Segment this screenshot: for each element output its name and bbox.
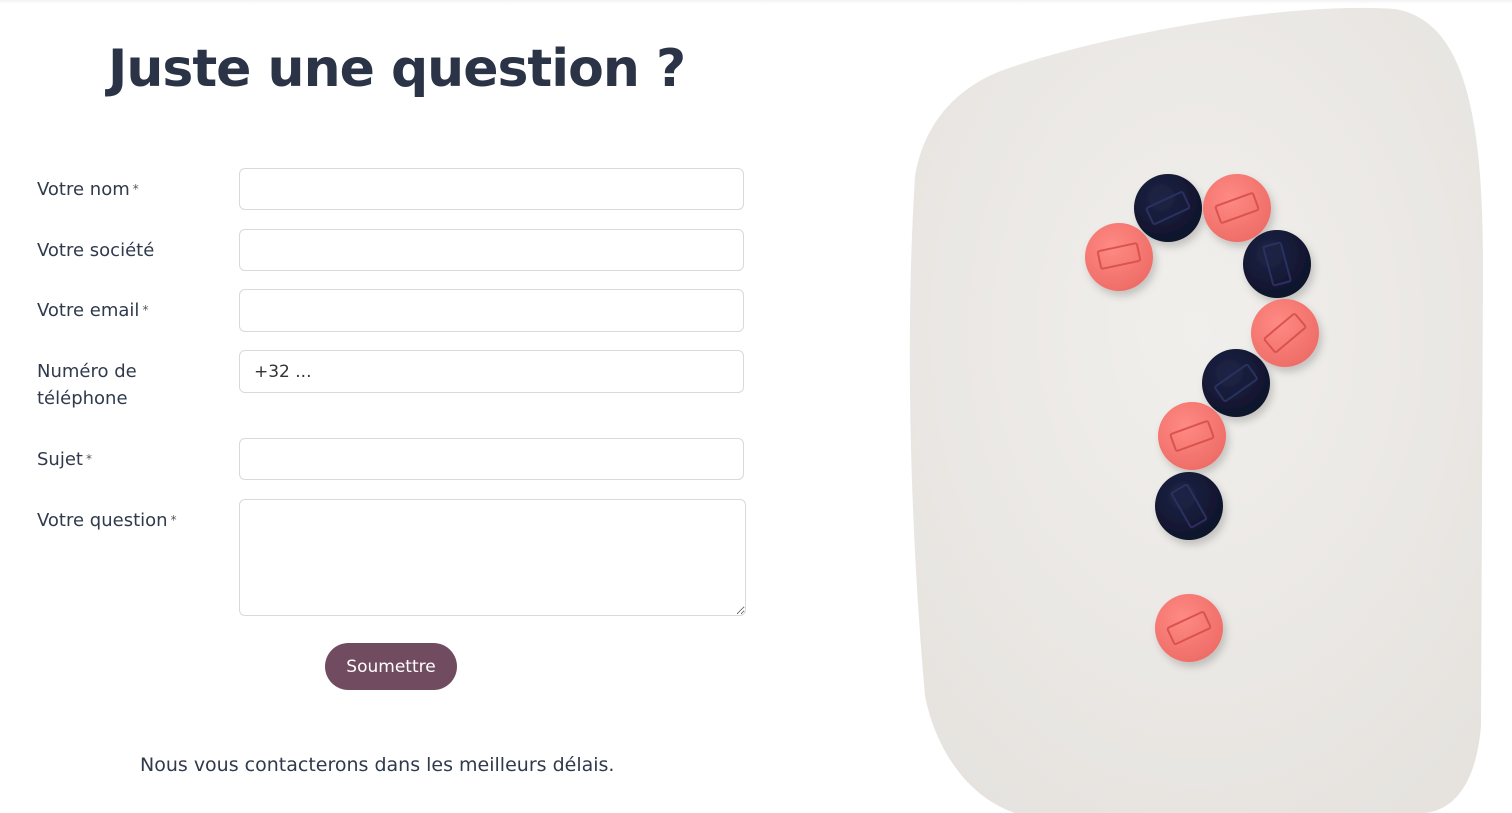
phone-label: Numéro de téléphone: [37, 361, 137, 409]
submit-button[interactable]: Soumettre: [325, 643, 457, 690]
phone-input[interactable]: [239, 350, 744, 393]
form-row-email: Votre email *: [37, 289, 747, 332]
magnet-pink: [1251, 299, 1319, 367]
name-input[interactable]: [239, 168, 744, 210]
contact-page: Juste une question ? Votre nom * Votre so…: [0, 0, 1512, 813]
form-row-question: Votre question *: [37, 499, 747, 616]
magnet-navy: [1243, 230, 1311, 298]
top-divider: [0, 0, 1512, 4]
form-row-name: Votre nom *: [37, 168, 747, 210]
email-label: Votre email *: [37, 300, 149, 321]
required-mark: *: [170, 513, 177, 527]
magnet-navy: [1155, 472, 1223, 540]
required-mark: *: [132, 182, 139, 196]
name-label: Votre nom *: [37, 179, 139, 200]
page-title: Juste une question ?: [108, 39, 686, 99]
magnet-pink: [1158, 402, 1226, 470]
form-row-company: Votre société: [37, 229, 747, 271]
question-label: Votre question *: [37, 510, 177, 531]
company-label: Votre société: [37, 240, 155, 261]
question-textarea[interactable]: [239, 499, 746, 616]
subject-label: Sujet *: [37, 449, 92, 470]
form-row-phone: Numéro de téléphone: [37, 350, 747, 410]
question-mark-photo: [909, 7, 1483, 813]
form-row-subject: Sujet *: [37, 438, 747, 480]
required-mark: *: [85, 452, 92, 466]
email-input[interactable]: [239, 289, 744, 332]
magnet-pink: [1085, 223, 1153, 291]
company-input[interactable]: [239, 229, 744, 271]
magnet-navy: [1134, 174, 1202, 242]
subject-input[interactable]: [239, 438, 744, 480]
magnet-navy: [1202, 349, 1270, 417]
response-time-note: Nous vous contacterons dans les meilleur…: [140, 754, 615, 776]
magnet-pink: [1203, 174, 1271, 242]
required-mark: *: [142, 303, 149, 317]
magnet-pink: [1155, 594, 1223, 662]
